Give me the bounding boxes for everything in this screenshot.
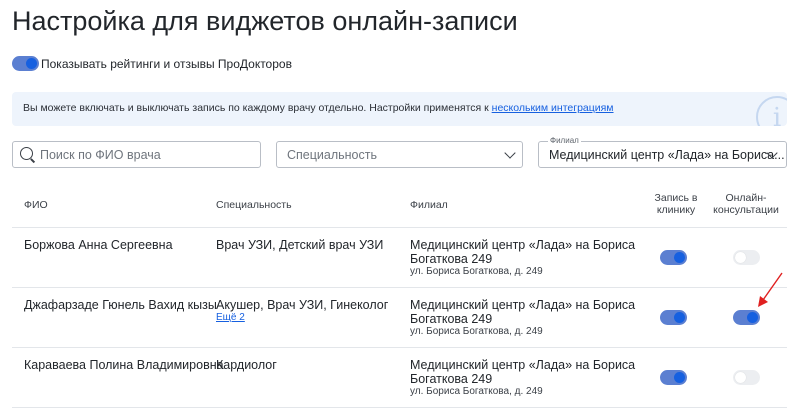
doctor-specialty: Кардиолог [216,358,277,372]
column-header-clinic-booking-line1: Запись в [654,192,698,204]
toggle-knob [735,372,746,383]
branch-address: ул. Бориса Богаткова, д. 249 [410,386,543,397]
column-header-specialty: Специальность [216,199,292,211]
doctor-specialty: Врач УЗИ, Детский врач УЗИ [216,238,384,252]
info-banner-message: Вы можете включать и выключать запись по… [23,102,492,114]
clinic-booking-toggle[interactable] [660,370,687,385]
search-input[interactable] [40,142,240,167]
chevron-down-icon [504,147,516,159]
column-header-branch: Филиал [410,199,448,211]
toggle-knob [747,312,758,323]
info-banner-text: Вы можете включать и выключать запись по… [23,102,614,114]
search-field[interactable] [12,141,261,168]
column-header-online-line2: консультации [713,204,779,216]
branch-address: ул. Бориса Богаткова, д. 249 [410,266,543,277]
toggle-knob [735,252,746,263]
toggle-knob [674,312,685,323]
table-divider [12,287,787,288]
column-header-name: ФИО [24,199,48,211]
online-consultation-toggle[interactable] [733,310,760,325]
branch-select-value: Медицинский центр «Лада» на Бориса... [549,148,785,162]
branch-name-line1: Медицинский центр «Лада» на Бориса [410,298,636,312]
specialty-select[interactable]: Специальность [276,141,523,168]
branch-select[interactable]: Филиал Медицинский центр «Лада» на Борис… [538,136,787,168]
doctor-name: Джафарзаде Гюнель Вахид кызы [24,298,217,312]
toggle-knob [674,252,685,263]
clinic-booking-toggle[interactable] [660,250,687,265]
table-divider [12,407,787,408]
toggle-knob [26,58,37,69]
column-header-online: Онлайн-консультации [710,192,782,216]
branch-select-caption: Филиал [548,136,581,145]
ratings-toggle-label: Показывать рейтинги и отзывы ПроДокторов [41,57,292,71]
branch-name-line2: Богаткова 249 [410,372,493,386]
branch-name-line2: Богаткова 249 [410,252,493,266]
info-banner: Вы можете включать и выключать запись по… [12,92,787,126]
column-header-online-line1: Онлайн- [725,192,767,204]
toggle-knob [674,372,685,383]
branch-address: ул. Бориса Богаткова, д. 249 [410,326,543,337]
info-icon: i [756,96,787,126]
column-header-clinic-booking: Запись в клинику [640,192,712,216]
integrations-link[interactable]: нескольким интеграциям [492,102,614,114]
show-more-specialties-link[interactable]: Ещё 2 [216,312,245,323]
online-consultation-toggle[interactable] [733,370,760,385]
ratings-toggle[interactable] [12,56,39,71]
specialty-select-placeholder: Специальность [287,148,377,162]
table-divider [12,227,787,228]
page-title: Настройка для виджетов онлайн-записи [12,6,518,36]
branch-name-line1: Медицинский центр «Лада» на Бориса [410,358,636,372]
table-divider [12,347,787,348]
search-icon [20,147,33,160]
doctor-name: Караваева Полина Владимировна [24,358,224,372]
doctor-name: Боржова Анна Сергеевна [24,238,173,252]
clinic-booking-toggle[interactable] [660,310,687,325]
branch-name-line2: Богаткова 249 [410,312,493,326]
column-header-clinic-booking-line2: клинику [656,204,696,216]
doctor-specialty: Акушер, Врач УЗИ, Гинеколог [216,298,389,312]
branch-name-line1: Медицинский центр «Лада» на Бориса [410,238,636,252]
online-consultation-toggle[interactable] [733,250,760,265]
